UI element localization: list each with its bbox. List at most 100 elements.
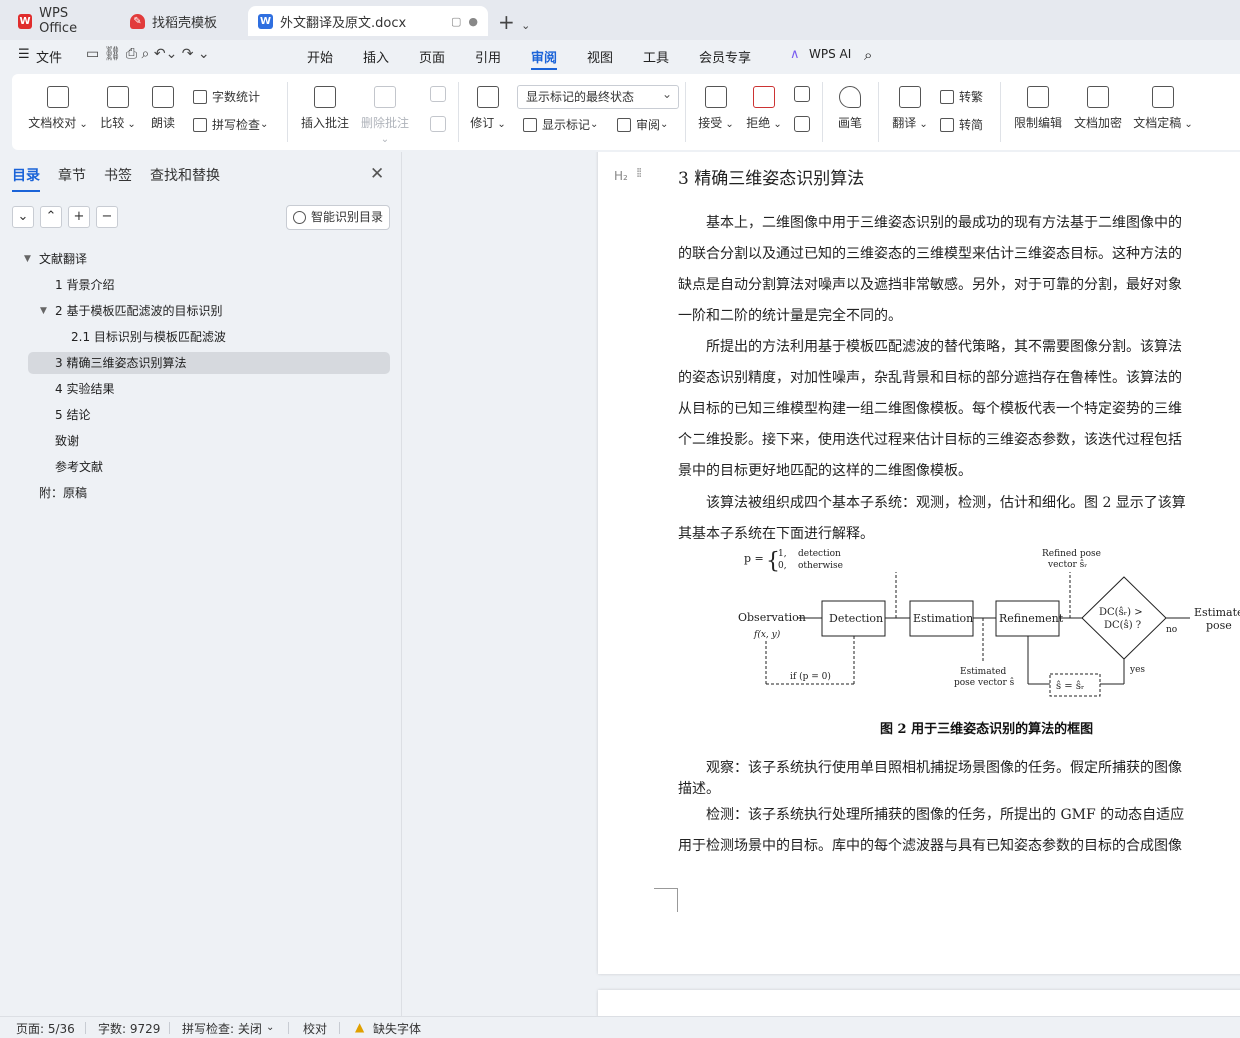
document-area[interactable]: H₂ ⁞⁞ 3 精确三维姿态识别算法 基本上，二维图像中用于三维姿态识别的最成功… [403,152,1240,1016]
status-separator [288,1022,289,1034]
drag-handle-icon[interactable]: ⁞⁞ [636,166,642,181]
collapse-button[interactable]: ⌃ [40,206,62,228]
proofread-indicator[interactable]: 校对 [303,1020,327,1037]
add-level-button[interactable]: + [68,206,90,228]
markup-state-select[interactable]: 显示标记的最终状态 [517,83,679,109]
finalize-label: 文档定稿 [1133,116,1182,130]
smart-toc-button[interactable]: 智能识别目录 [286,205,390,230]
to-traditional-button[interactable]: 转繁 [940,88,983,105]
finalize-button[interactable]: 文档定稿 ⌄ [1132,86,1194,131]
insert-comment-label: 插入批注 [300,116,349,130]
menu-references[interactable]: 引用 [475,47,501,66]
pen-icon [839,86,861,108]
diagram-label: p = [744,552,764,565]
menu-file[interactable]: 文件 [36,47,62,66]
wps-ai-icon: ∧ [790,47,800,62]
prev-change-button[interactable] [792,86,812,108]
toc-item[interactable]: 2 基于模板匹配滤波的目标识别 [28,300,390,322]
toc-item[interactable]: 文献翻译 [28,248,390,270]
word-count-label: 字数统计 [212,90,261,104]
menu-wps-ai[interactable]: WPS AI [809,47,851,61]
missing-font-indicator[interactable]: 缺失字体 [373,1020,421,1037]
translate-button[interactable]: 翻译 ⌄ [890,86,930,131]
tab-document[interactable]: W 外文翻译及原文.docx ▢ ● [248,6,488,36]
compare-button[interactable]: 比较 ⌄ [98,86,138,131]
toc-item[interactable]: 4 实验结果 [28,378,390,400]
title-bar: W WPS Office ✎ 找稻壳模板 W 外文翻译及原文.docx ▢ ● … [0,0,1240,40]
restrict-edit-label: 限制编辑 [1013,116,1062,130]
toc-item[interactable]: 致谢 [28,430,390,452]
remove-level-button[interactable]: − [96,206,118,228]
docer-logo-icon: ✎ [130,13,145,29]
figure-caption: 图 2 用于三维姿态识别的算法的框图 [880,722,1094,737]
toc-item-selected[interactable]: 3 精确三维姿态识别算法 [28,352,390,374]
diagram-label: 0, [778,561,787,571]
paragraph-line: 的姿态识别精度，对加性噪声，杂乱背景和目标的部分遮挡存在鲁棒性。该算法的 [678,370,1182,386]
panel-tab-sections[interactable]: 章节 [58,165,86,185]
toc-item[interactable]: 参考文献 [28,456,390,478]
diagram-label: DC(ŝ) ? [1104,620,1141,631]
insert-comment-icon [314,86,336,108]
restrict-edit-button[interactable]: 限制编辑 [1012,86,1064,131]
paragraph-line: 个二维投影。接下来，使用迭代过程来估计目标的三维姿态参数，该迭代过程包括 [678,432,1182,448]
paragraph-line: 描述。 [678,781,720,797]
quick-access-icons[interactable]: ▭ ⛓ ⎙ ⌕ ↶⌄ ↷ ⌄ [86,46,210,62]
tab-label: 外文翻译及原文.docx [280,15,407,31]
reject-button[interactable]: 拒绝 ⌄ [746,86,782,131]
hamburger-icon[interactable]: ☰ [18,47,30,62]
diagram-label: Refinement [999,612,1064,625]
review-pane-button[interactable]: 审阅 ⌄ [617,116,668,133]
read-aloud-button[interactable]: 朗读 [148,86,178,131]
delete-comment-button[interactable]: 删除批注 ⌄ [360,86,410,145]
word-count-indicator[interactable]: 字数: 9729 [98,1020,160,1037]
panel-tab-toc[interactable]: 目录 [12,165,40,192]
diagram-label: otherwise [798,561,843,571]
show-markup-button[interactable]: 显示标记 ⌄ [523,116,598,133]
to-simplified-button[interactable]: 转简 [940,116,983,133]
prev-comment-button[interactable] [428,86,448,108]
document-page[interactable]: H₂ ⁞⁞ 3 精确三维姿态识别算法 基本上，二维图像中用于三维姿态识别的最成功… [598,152,1240,974]
delete-comment-icon [374,86,396,108]
tab-docer[interactable]: ✎ 找稻壳模板 [120,6,244,36]
paragraph-line: 从目标的已知三维模型构建一组二维图像模板。每个模板代表一个特定姿势的三维 [678,401,1182,417]
new-tab-button[interactable]: + ⌄ [498,10,530,34]
menu-review[interactable]: 审阅 [531,47,558,70]
expand-all-button[interactable]: ⌄ [12,206,34,228]
menu-start[interactable]: 开始 [307,47,333,66]
menu-member[interactable]: 会员专享 [699,47,751,66]
accept-label: 接受 [698,116,723,130]
menu-page[interactable]: 页面 [419,47,445,66]
menu-view[interactable]: 视图 [587,47,613,66]
close-icon[interactable]: ✕ [370,164,384,184]
toc-item[interactable]: 1 背景介绍 [28,274,390,296]
decision-diamond [1081,576,1167,660]
ribbon-separator [458,82,459,142]
page-indicator[interactable]: 页面: 5/36 [16,1020,75,1037]
menu-insert[interactable]: 插入 [363,47,389,66]
next-page[interactable] [598,990,1240,1016]
accept-button[interactable]: 接受 ⌄ [698,86,734,131]
next-change-icon [794,116,810,132]
doc-check-button[interactable]: 文档校对 ⌄ [28,86,88,131]
next-comment-button[interactable] [428,116,448,138]
tab-options-icon[interactable]: ▢ ● [451,15,478,28]
panel-tab-find-replace[interactable]: 查找和替换 [150,165,220,185]
toc-item[interactable]: 附：原稿 [28,482,390,504]
next-change-button[interactable] [792,116,812,138]
insert-comment-button[interactable]: 插入批注 [300,86,350,131]
word-count-button[interactable]: 字数统计 [193,88,260,105]
spell-check-button[interactable]: 拼写检查 ⌄ [193,116,268,133]
toc-item[interactable]: 2.1 目标识别与模板匹配滤波 [28,326,390,348]
tab-wps-office[interactable]: W WPS Office [8,6,116,36]
spell-check-indicator[interactable]: 拼写检查: 关闭 [182,1020,262,1037]
paragraph-line: 缺点是自动分割算法对噪声以及遮挡非常敏感。另外，对于可靠的分割，最好对象 [678,277,1182,293]
search-icon[interactable]: ⌕ [864,46,872,64]
heading-style-icon[interactable]: H₂ [614,169,628,183]
panel-tab-bookmarks[interactable]: 书签 [104,165,132,185]
chevron-down-icon[interactable]: ⌄ [266,1022,274,1033]
menu-tools[interactable]: 工具 [643,47,669,66]
encrypt-button[interactable]: 文档加密 [1072,86,1124,131]
toc-item[interactable]: 5 结论 [28,404,390,426]
revise-button[interactable]: 修订 ⌄ [470,86,506,131]
pen-button[interactable]: 画笔 [834,86,866,131]
